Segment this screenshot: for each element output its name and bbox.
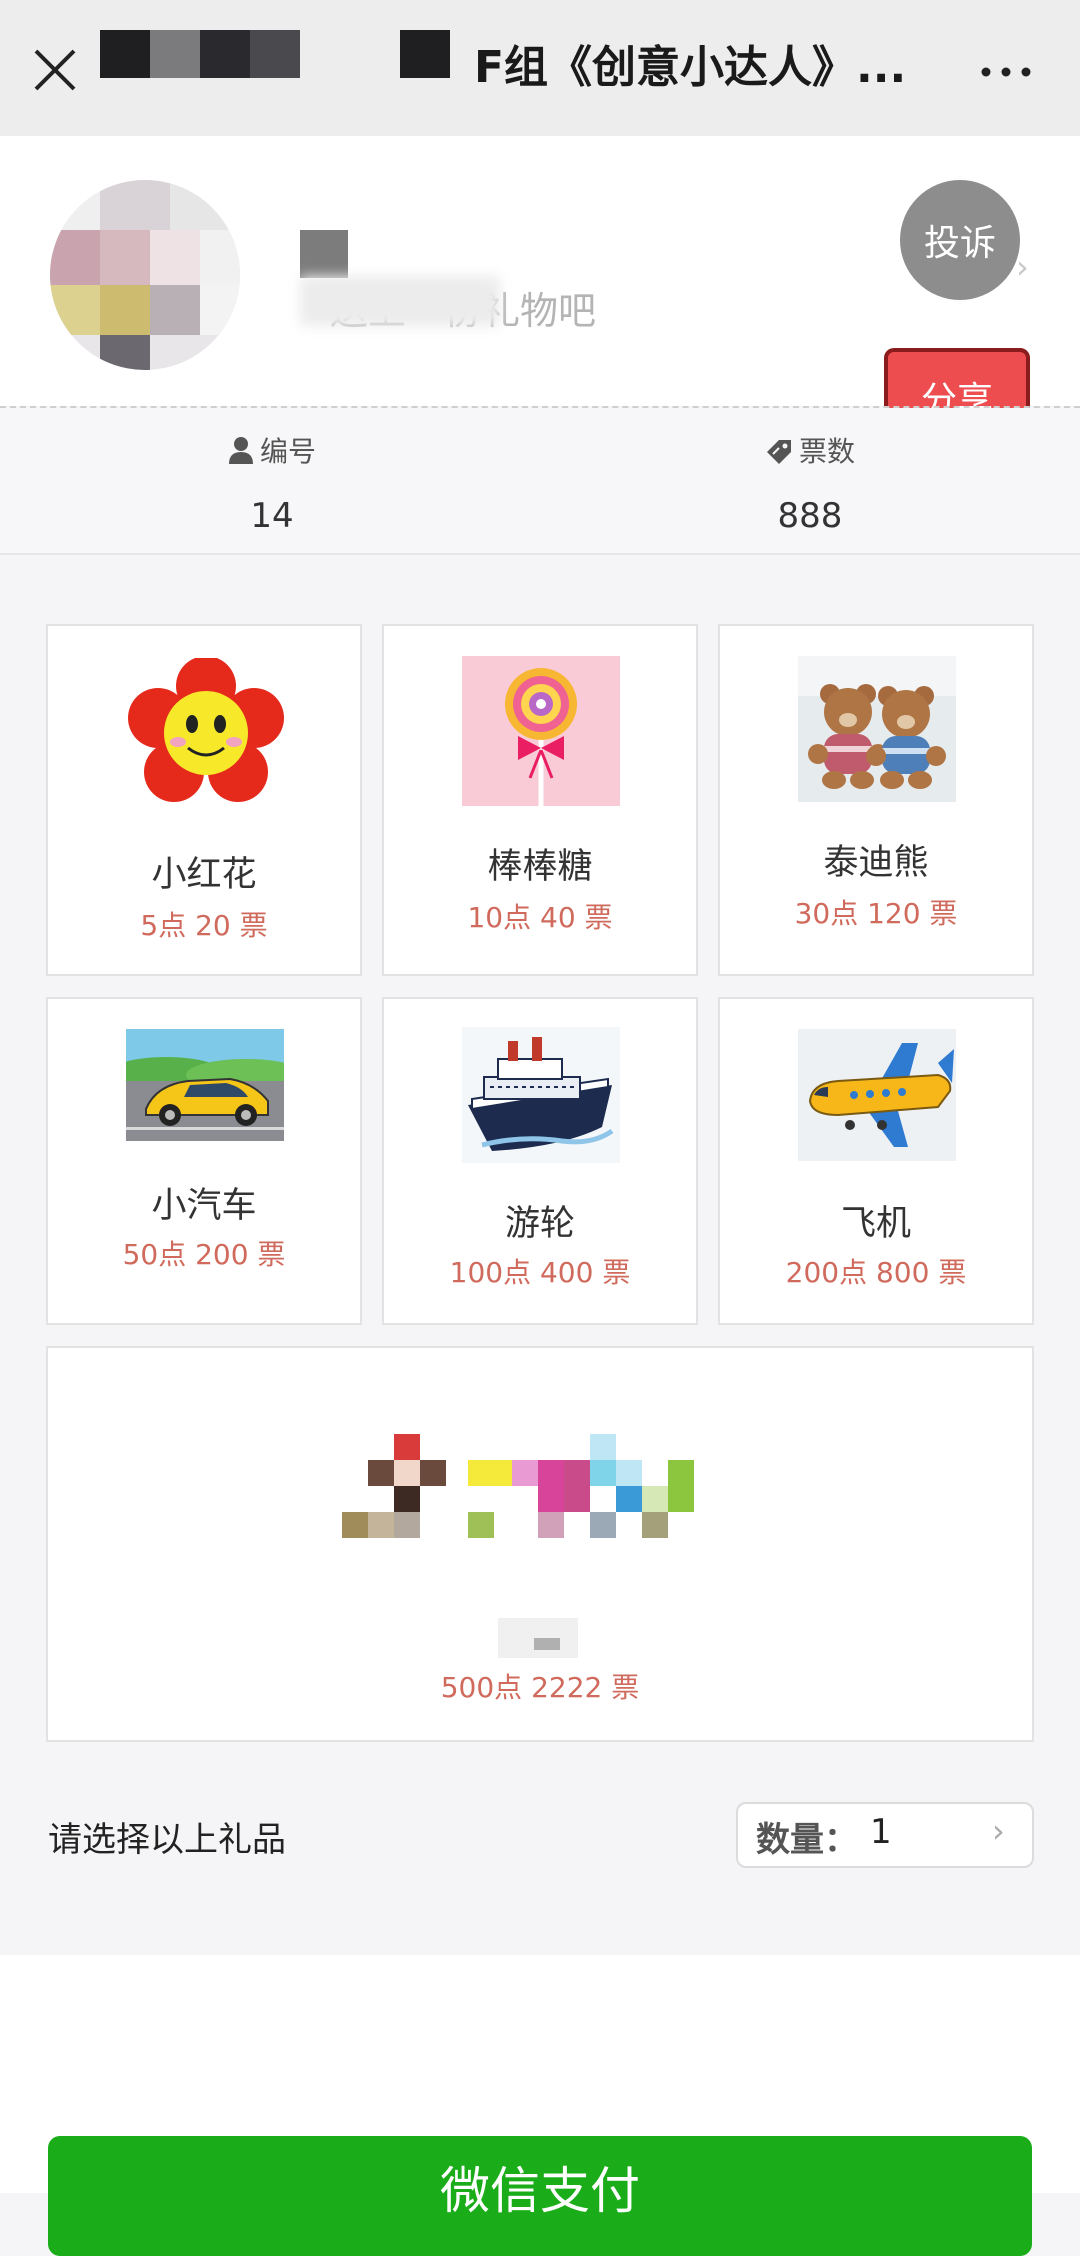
gift-card-lollipop[interactable]: 棒棒糖 10点 40 票 bbox=[382, 624, 698, 976]
avatar bbox=[50, 180, 240, 370]
gift-card-premium[interactable]: 500点 2222 票 bbox=[46, 1346, 1034, 1742]
gift-name: 棒棒糖 bbox=[487, 847, 593, 887]
quantity-value: 1 bbox=[870, 1812, 892, 1852]
chevron-right-icon: › bbox=[992, 1812, 1005, 1850]
car-icon bbox=[126, 1029, 284, 1141]
close-icon[interactable] bbox=[30, 45, 80, 95]
quantity-selector[interactable]: 数量： 1 › bbox=[736, 1802, 1034, 1868]
chevron-right-icon: › bbox=[1016, 248, 1029, 286]
stat-votes-label: 票数 bbox=[798, 435, 855, 468]
gift-price: 10点 40 票 bbox=[467, 901, 613, 934]
stat-number: 编号 14 bbox=[122, 408, 422, 536]
stats-row: 编号 14 票数 888 bbox=[0, 408, 1080, 555]
gift-name: 游轮 bbox=[504, 1204, 575, 1244]
gift-name: 飞机 bbox=[840, 1204, 911, 1244]
gift-card-flower[interactable]: 小红花 5点 20 票 bbox=[46, 624, 362, 976]
gift-price: 200点 800 票 bbox=[785, 1256, 967, 1289]
gift-card-airplane[interactable]: 飞机 200点 800 票 bbox=[718, 997, 1034, 1325]
report-button[interactable]: 投诉 bbox=[900, 180, 1020, 300]
gift-name: 小汽车 bbox=[151, 1186, 257, 1226]
more-icon[interactable] bbox=[976, 52, 1036, 92]
cruise-ship-icon bbox=[462, 1027, 620, 1163]
selection-row: 请选择以上礼品 数量： 1 › bbox=[0, 1760, 1080, 1955]
gift-price: 500点 2222 票 bbox=[440, 1671, 640, 1704]
select-prompt: 请选择以上礼品 bbox=[48, 1820, 286, 1860]
airplane-icon bbox=[798, 1029, 956, 1161]
lollipop-icon bbox=[462, 656, 620, 806]
stat-number-label: 编号 bbox=[259, 435, 316, 468]
gift-price: 5点 20 票 bbox=[140, 909, 268, 942]
gift-card-teddy-bear[interactable]: 泰迪熊 30点 120 票 bbox=[718, 624, 1034, 976]
user-icon bbox=[228, 437, 253, 464]
gift-price: 30点 120 票 bbox=[794, 897, 958, 930]
gift-card-cruise-ship[interactable]: 游轮 100点 400 票 bbox=[382, 997, 698, 1325]
teddy-bear-icon bbox=[798, 656, 956, 802]
gift-price: 100点 400 票 bbox=[449, 1256, 631, 1289]
ticket-icon bbox=[766, 440, 791, 464]
redacted-gift-image bbox=[338, 1434, 738, 1544]
stat-number-value: 14 bbox=[250, 496, 294, 536]
quantity-label: 数量： bbox=[756, 1820, 858, 1860]
page-title: F组《创意小达人》... bbox=[474, 42, 907, 93]
gift-card-car[interactable]: 小汽车 50点 200 票 bbox=[46, 997, 362, 1325]
redacted-greeting bbox=[300, 276, 500, 326]
wechat-pay-button[interactable]: 微信支付 bbox=[48, 2136, 1032, 2256]
flower-icon bbox=[128, 658, 284, 802]
stat-votes: 票数 888 bbox=[660, 408, 960, 536]
gift-price: 50点 200 票 bbox=[122, 1238, 286, 1271]
gift-name: 小红花 bbox=[151, 855, 257, 895]
gift-name: 泰迪熊 bbox=[823, 843, 929, 883]
top-bar: F组《创意小达人》... bbox=[0, 0, 1080, 136]
stat-votes-value: 888 bbox=[777, 496, 843, 536]
redacted-gift-name bbox=[498, 1618, 578, 1658]
